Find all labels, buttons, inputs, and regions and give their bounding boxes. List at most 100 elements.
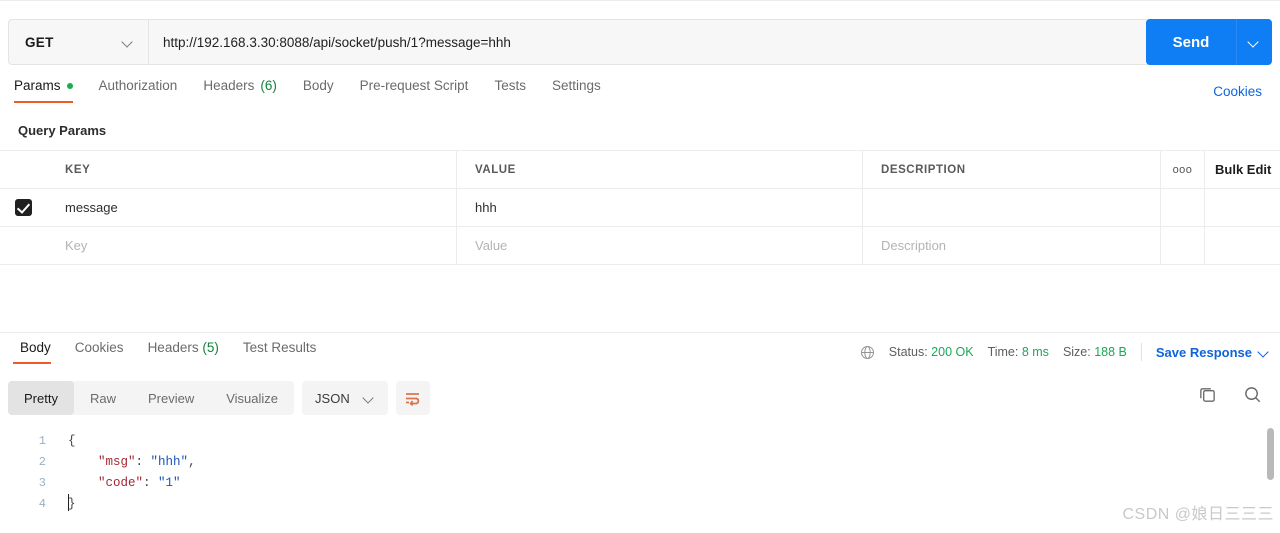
row-spacer-dots [1161,189,1205,226]
postman-window: GET http://192.168.3.30:8088/api/socket/… [0,0,1280,533]
globe-icon [860,345,874,359]
tab-label: Authorization [98,78,178,93]
request-tab-settings[interactable]: Settings [539,78,614,103]
search-icon[interactable] [1243,385,1262,404]
url-bar: GET http://192.168.3.30:8088/api/socket/… [8,19,1272,65]
request-tab-headers[interactable]: Headers (6) [190,78,290,103]
url-text: http://192.168.3.30:8088/api/socket/push… [163,34,511,50]
line-number-gutter: 1 2 3 4 [0,426,60,533]
tab-count: (6) [260,78,277,93]
status-label: Status: [888,345,928,359]
line-number: 4 [38,497,46,511]
time-value: 8 ms [1021,345,1049,359]
line-number: 3 [38,476,46,490]
response-actions [1198,385,1262,404]
tab-label: Test Results [242,340,317,355]
query-params-title: Query Params [18,123,107,138]
code-line: } [68,494,196,515]
status-value: 200 OK [931,345,974,359]
response-tab-body[interactable]: Body [8,340,63,364]
tab-label: Settings [551,78,601,93]
tab-label: Body [20,340,51,355]
table-more-options-icon[interactable]: ooo [1161,151,1205,188]
empty-row-spacer-bulk [1205,227,1280,264]
line-number: 1 [38,434,46,448]
response-tab-cookies[interactable]: Cookies [63,340,136,364]
view-mode-visualize[interactable]: Visualize [210,381,294,415]
word-wrap-icon [406,392,420,406]
row-spacer-bulk [1205,189,1280,226]
code-token: : [135,455,151,469]
param-enabled-checkbox[interactable] [15,199,32,216]
chevron-down-icon [123,37,134,48]
send-options-button[interactable] [1236,19,1272,65]
response-status-bar: Status: 200 OK Time: 8 ms Size: 188 B Sa… [860,343,1270,361]
status-divider [1140,343,1142,361]
header-checkbox-cell [0,151,47,188]
size-group: Size: 188 B [1063,345,1127,359]
cookies-link[interactable]: Cookies [1213,84,1262,99]
pane-divider[interactable] [0,332,1280,333]
new-param-value-input[interactable]: Value [457,227,863,264]
view-mode-raw[interactable]: Raw [74,381,132,415]
watermark: CSDN @娘日三三三 [1122,506,1274,523]
request-tab-authorization[interactable]: Authorization [86,78,191,103]
send-button[interactable]: Send [1146,19,1236,65]
table-row-empty: Key Value Description [0,227,1280,265]
view-mode-pretty[interactable]: Pretty [8,381,74,415]
response-format-label: JSON [315,390,350,406]
scrollbar-thumb[interactable] [1267,428,1274,480]
code-token: { [68,434,76,448]
tab-label: Cookies [74,340,124,355]
code-token: "hhh" [150,455,189,469]
empty-row-checkbox-cell [0,227,47,264]
ellipsis-icon: ooo [1172,163,1193,176]
chevron-down-icon [1249,37,1260,48]
size-label: Size: [1062,345,1091,359]
bulk-edit-button[interactable]: Bulk Edit [1205,151,1280,188]
time-label: Time: [987,345,1019,359]
response-body-editor[interactable]: 1 2 3 4 { "msg": "hhh", "code": "1"} [0,426,1280,533]
tab-label: Params [14,78,61,93]
view-mode-preview[interactable]: Preview [132,381,210,415]
http-method-selector[interactable]: GET [8,19,148,65]
tab-count: (5) [202,340,219,355]
request-tab-pre-request-script[interactable]: Pre-request Script [347,78,482,103]
copy-icon[interactable] [1198,385,1217,404]
time-group: Time: 8 ms [988,345,1049,359]
word-wrap-button[interactable] [395,381,430,415]
status-group: Status: 200 OK [889,345,974,359]
param-value-input[interactable]: hhh [457,189,863,226]
response-format-selector[interactable]: JSON [302,381,388,415]
response-tab-test-results[interactable]: Test Results [231,340,329,364]
param-key-input[interactable]: message [47,189,457,226]
text-cursor [68,494,69,511]
save-response-button[interactable]: Save Response [1156,345,1270,360]
chevron-down-icon [1259,347,1270,358]
header-key: KEY [47,151,457,188]
new-param-description-input[interactable]: Description [863,227,1161,264]
view-mode-segmented: Pretty Raw Preview Visualize [8,381,295,415]
new-param-key-input[interactable]: Key [47,227,457,264]
param-description-input[interactable] [863,189,1161,226]
tab-label: Headers [203,78,255,93]
unsaved-indicator-dot [66,82,73,89]
code-token: "msg" [98,455,136,469]
response-tab-headers[interactable]: Headers (5) [136,340,231,364]
url-input[interactable]: http://192.168.3.30:8088/api/socket/push… [148,19,1272,65]
code-token: } [68,497,76,511]
line-number: 2 [38,455,46,469]
code-token: "code" [98,476,144,490]
request-tab-body[interactable]: Body [290,78,347,103]
chevron-down-icon [364,393,375,404]
request-tab-tests[interactable]: Tests [481,78,539,103]
request-tab-params[interactable]: Params [14,78,86,103]
table-header-row: KEY VALUE DESCRIPTION ooo Bulk Edit [0,151,1280,189]
code-token: "1" [158,476,181,490]
code-token: : [143,476,159,490]
header-value: VALUE [457,151,863,188]
http-method-label: GET [25,34,54,50]
table-row: message hhh [0,189,1280,227]
